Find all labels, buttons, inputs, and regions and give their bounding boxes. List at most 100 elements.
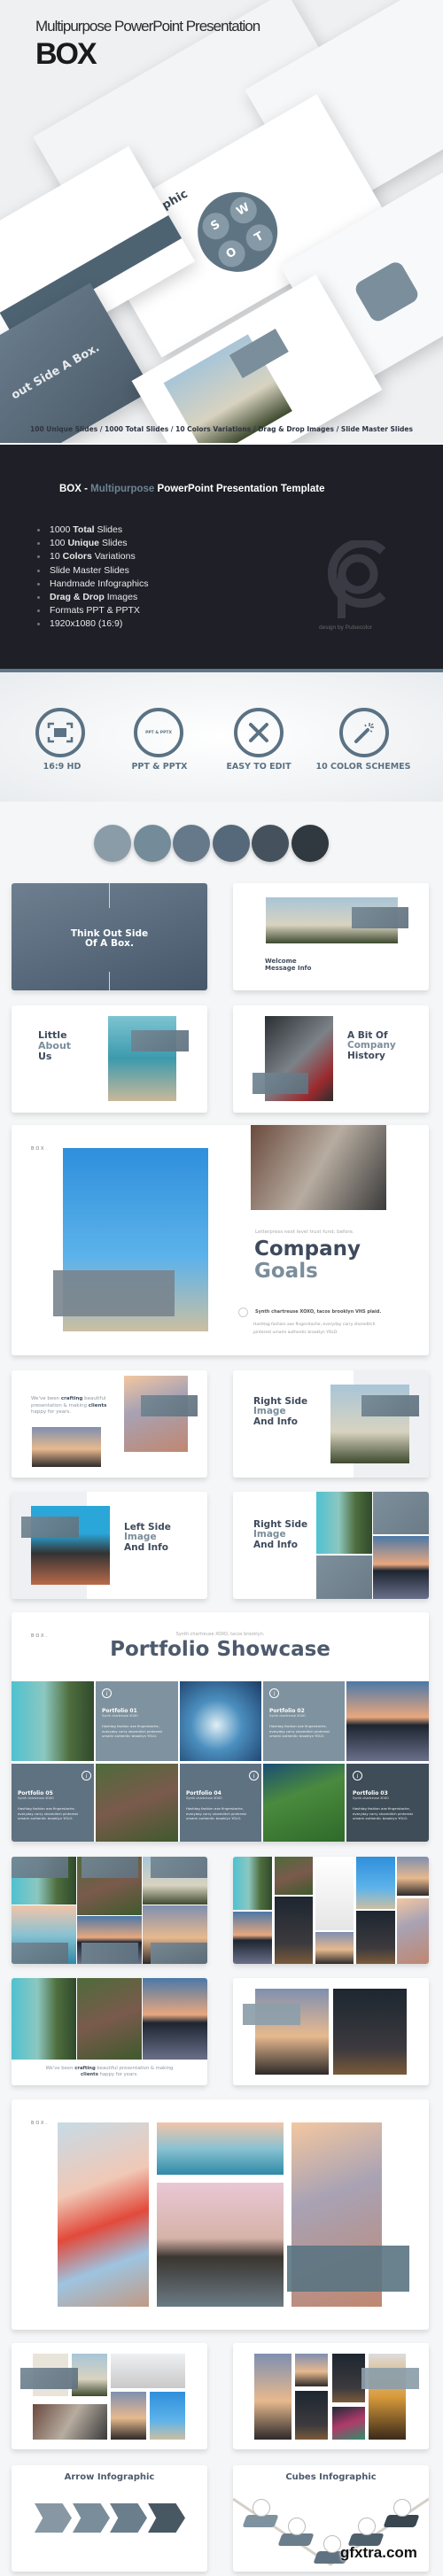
- color-swatch: [94, 825, 131, 862]
- slide-crafting: We've been crafting beautiful presentati…: [12, 1370, 207, 1478]
- overlay-box: [352, 907, 408, 928]
- portfolio-kicker: Synth chartreuse XOXO, tacos brooklyn.: [175, 1632, 265, 1637]
- portfolio-card[interactable]: i Portfolio 02 Synth chartreuse XOXO Hashta…: [263, 1681, 345, 1761]
- features-section: 16:9 HD PPT & PPTX PPT & PPTX EASY TO ED…: [0, 672, 443, 802]
- bullet-item: Handmade Infographics: [35, 578, 149, 592]
- overlay-box: [21, 1517, 79, 1538]
- bullet-item: 1920x1080 (16:9): [35, 618, 149, 632]
- info-icon: i: [102, 1688, 112, 1698]
- hero-title: Multipurpose PowerPoint Presentation: [35, 18, 260, 35]
- photo-jump: [157, 2183, 284, 2307]
- overlay-box: [316, 1556, 372, 1599]
- watermark: gfxtra.com: [340, 2544, 417, 2561]
- feature-label: 10 COLOR SCHEMES: [315, 762, 411, 772]
- logo-caption: design by Pulsecolor: [319, 625, 372, 631]
- info-icon: i: [249, 1771, 259, 1781]
- arrow-step: [148, 2503, 185, 2533]
- feature-bullets: 1000 Total Slides 100 Unique Slides 10 C…: [35, 524, 149, 632]
- slide-gallery-big: BOX.: [12, 2099, 429, 2330]
- color-swatch: [134, 825, 171, 862]
- slide-cover: Think Out Side Of A Box.: [12, 883, 207, 990]
- slide-about: Little About Us: [12, 1005, 207, 1113]
- bullet-item: 1000 Total Slides: [35, 524, 149, 538]
- overlay-box: [361, 1395, 419, 1416]
- slide-crafting-2: We've been crafting beautiful presentati…: [12, 1978, 207, 2085]
- hero-product-name: BOX: [35, 37, 97, 71]
- arrow-step: [35, 2503, 72, 2533]
- goals-body: Hashtag fashion axe fingerstache, everyd…: [253, 1323, 376, 1335]
- info-icon: i: [82, 1771, 91, 1781]
- arrow-title: Arrow Infographic: [64, 2472, 155, 2482]
- welcome-title: Welcome Message Info: [265, 958, 312, 972]
- bullet-item: 100 Unique Slides: [35, 538, 149, 551]
- title-accent: Multipurpose: [90, 484, 155, 494]
- slide-palms-night: [233, 1978, 429, 2085]
- hero-banner: T Infographic S W O T out Side A Box. Mu…: [0, 0, 443, 443]
- right-side-title: Right Side Image And Info: [253, 1519, 308, 1550]
- history-title: A Bit Of Company History: [347, 1030, 396, 1061]
- slide-gallery-1: [12, 1857, 207, 1964]
- slide-brand: BOX.: [31, 2121, 49, 2126]
- arrow-step: [110, 2503, 147, 2533]
- title-part: BOX -: [59, 484, 91, 494]
- arrow-step: [73, 2503, 110, 2533]
- left-side-title: Left Side Image And Info: [124, 1522, 171, 1553]
- preview-cover-title: out Side A Box.: [9, 341, 102, 403]
- photo-truck: [96, 1764, 178, 1842]
- color-swatch: [213, 825, 250, 862]
- slide-portfolio: BOX. Synth chartreuse XOXO, tacos brookl…: [12, 1612, 429, 1842]
- cover-title: Think Out Side Of A Box.: [70, 928, 149, 950]
- bullet-item: Formats PPT & PPTX: [35, 605, 149, 618]
- overlay-box: [373, 1492, 429, 1534]
- ppt-icon: PPT & PPTX: [134, 708, 183, 757]
- slide-right-side-2: Right Side Image And Info: [233, 1492, 429, 1599]
- goals-point: Synth chartreuse XOXO, tacos brooklyn VH…: [255, 1309, 382, 1315]
- photo-crowd: [251, 1125, 386, 1210]
- pulsecolor-logo-icon: [328, 540, 386, 618]
- info-icon: i: [269, 1688, 279, 1698]
- tools-icon: [234, 708, 284, 757]
- portfolio-card[interactable]: i Portfolio 05 Synth chartreuse XOXO Hashta…: [12, 1764, 94, 1842]
- portfolio-card[interactable]: i Portfolio 04 Synth chartreuse XOXO Hashta…: [180, 1764, 261, 1842]
- photo-girl: [58, 2122, 149, 2307]
- photo-town: [373, 1536, 429, 1599]
- cubes-title: Cubes Infographic: [285, 2472, 377, 2482]
- magic-wand-icon: [339, 708, 389, 757]
- overlay-box: [53, 1270, 175, 1316]
- crafting-text: We've been crafting beautiful presentati…: [45, 2066, 174, 2078]
- about-title: Little About Us: [38, 1029, 72, 1062]
- color-swatch: [252, 825, 289, 862]
- photo-coast: [316, 1492, 372, 1554]
- photo-yoga: [108, 1016, 176, 1101]
- portfolio-card[interactable]: i Portfolio 03 Synth chartreuse XOXO Hashta…: [346, 1764, 429, 1842]
- slide-arrow-infographic: Arrow Infographic: [12, 2465, 207, 2572]
- point-icon: [238, 1307, 248, 1317]
- photo-lifeguard: [32, 1427, 101, 1467]
- slide-gallery-2: [233, 1857, 429, 1964]
- info-section: BOX - Multipurpose PowerPoint Presentati…: [0, 445, 443, 669]
- crafting-text: We've been crafting beautiful presentati…: [31, 1396, 107, 1416]
- portfolio-card[interactable]: i Portfolio 01 Synth chartreuse XOXO Hashta…: [96, 1681, 178, 1761]
- photo-sea: [157, 2122, 284, 2175]
- photo-hills: [263, 1764, 345, 1842]
- photo-lake: [346, 1681, 429, 1761]
- overlay-box: [253, 1073, 308, 1094]
- goals-title: Company Goals: [254, 1238, 361, 1283]
- info-title: BOX - Multipurpose PowerPoint Presentati…: [59, 484, 324, 494]
- bullet-item: Drag & Drop Images: [35, 592, 149, 605]
- slide-company-goals: BOX. Letterpress next level trust fund, …: [12, 1125, 429, 1355]
- slide-brand: BOX.: [31, 1146, 49, 1152]
- slide-collage-1: [12, 2343, 207, 2449]
- color-swatch: [291, 825, 329, 862]
- slide-left-side: Left Side Image And Info: [12, 1492, 207, 1599]
- bullet-item: Slide Master Slides: [35, 565, 149, 578]
- slide-right-side-1: Right Side Image And Info: [233, 1370, 429, 1478]
- slide-welcome: Welcome Message Info: [233, 883, 429, 990]
- overlay-box: [141, 1395, 198, 1416]
- portfolio-title: Portfolio Showcase: [110, 1638, 330, 1661]
- slide-history: A Bit Of Company History: [233, 1005, 429, 1113]
- bullet-item: 10 Colors Variations: [35, 551, 149, 564]
- overlay-box: [131, 1030, 189, 1051]
- slide-collage-2: [233, 2343, 429, 2449]
- photo-wave: [180, 1681, 261, 1761]
